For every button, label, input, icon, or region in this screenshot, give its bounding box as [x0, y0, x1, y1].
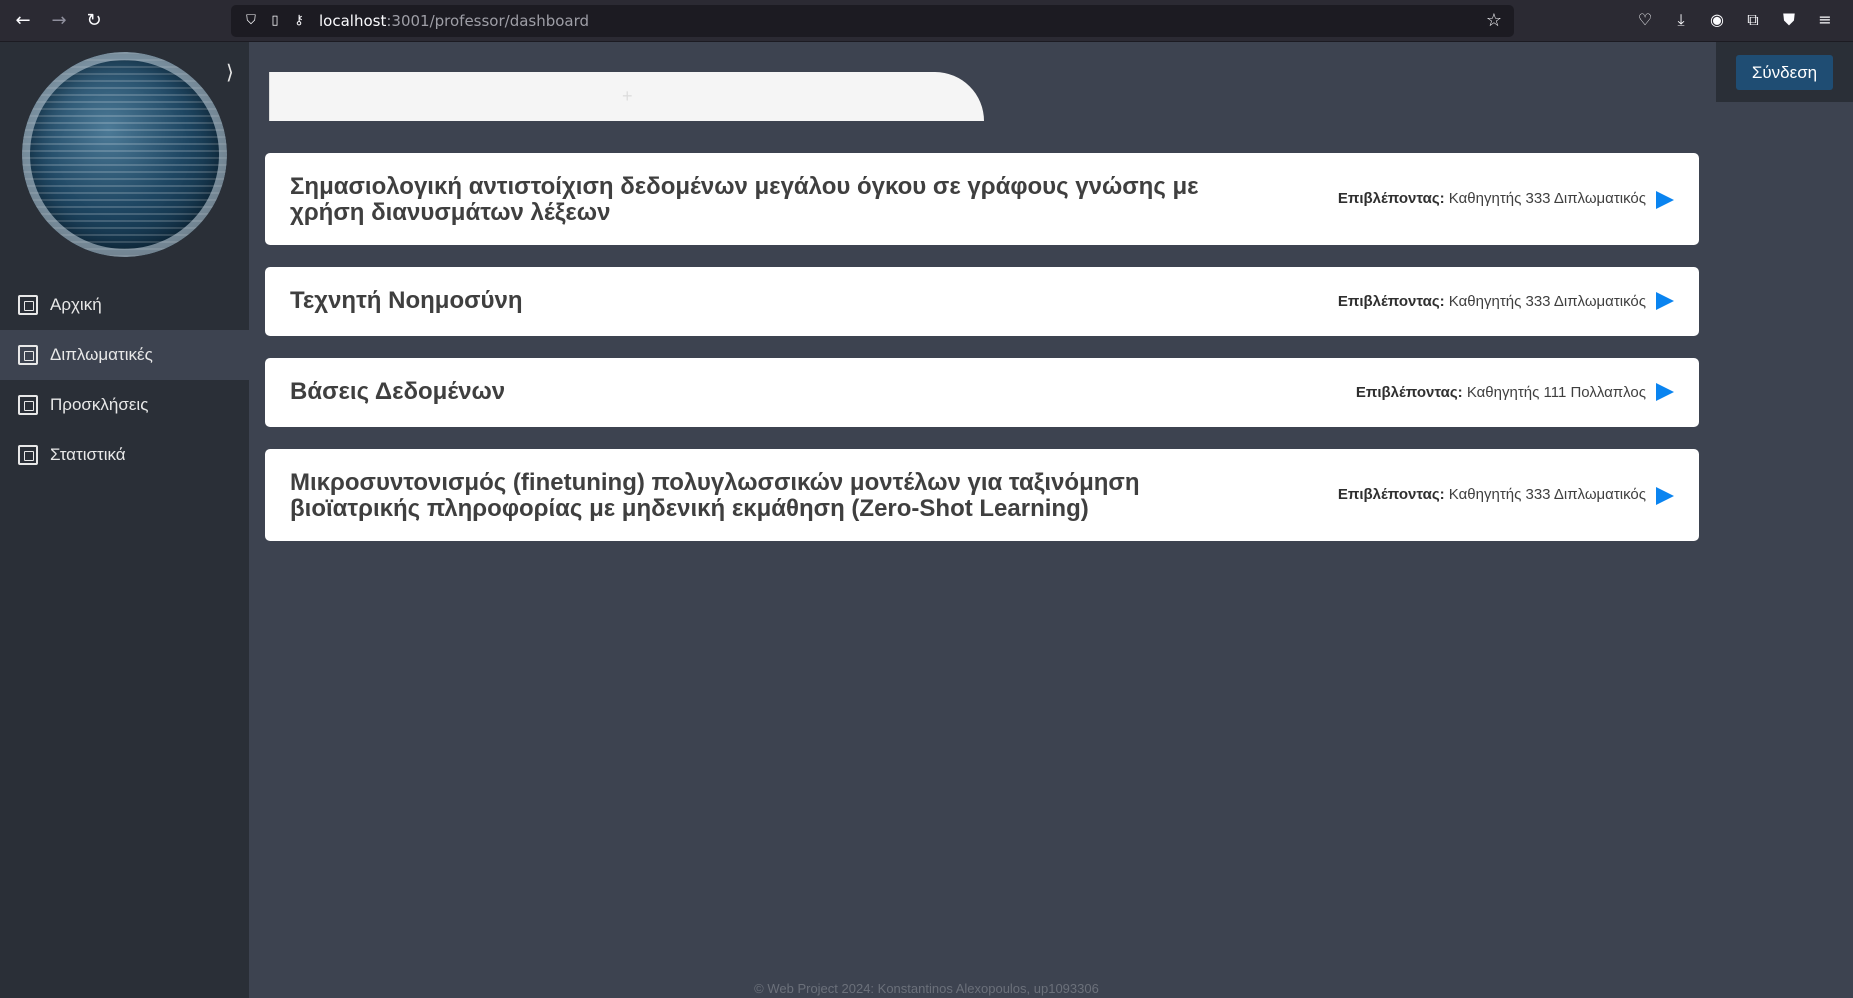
sidebar-item-label: Διπλωματικές — [50, 345, 153, 364]
thesis-supervisor: Επιβλέποντας: Καθηγητής 333 Διπλωματικός — [1337, 486, 1646, 503]
thesis-supervisor: Επιβλέποντας: Καθηγητής 111 Πολλαπλος — [1355, 384, 1646, 401]
extensions-icon[interactable]: ⧉ — [1735, 10, 1771, 30]
shield-icon[interactable]: ⛉ — [241, 13, 261, 28]
bookmark-star-icon[interactable]: ☆ — [1486, 10, 1502, 31]
thesis-title: Μικροσυντονισμός (finetuning) πολυγλωσσι… — [290, 469, 1140, 522]
sidebar-item-label: Προσκλήσεις — [50, 395, 149, 414]
play-icon[interactable] — [1656, 292, 1674, 310]
sidebar-item-statistics[interactable]: Στατιστικά — [0, 430, 249, 480]
play-icon[interactable] — [1656, 383, 1674, 401]
chart-icon — [18, 445, 38, 465]
browser-tools: ♡ ⤓ ◉ ⧉ ⛊ ≡ — [1627, 10, 1843, 30]
key-icon[interactable]: ⚷ — [289, 13, 309, 28]
url-text[interactable]: localhost:3001/professor/dashboard — [319, 12, 589, 30]
thesis-card[interactable]: Μικροσυντονισμός (finetuning) πολυγλωσσι… — [265, 449, 1699, 541]
thesis-title: Σημασιολογική αντιστοίχιση δεδομένων μεγ… — [290, 173, 1199, 226]
address-bar[interactable]: ⛉ ▯ ⚷ localhost:3001/professor/dashboard ☆ — [231, 5, 1514, 37]
thesis-title: Τεχνητή Νοημοσύνη — [290, 287, 523, 314]
pocket-icon[interactable]: ♡ — [1627, 10, 1663, 29]
logo-globe — [22, 52, 227, 257]
thesis-supervisor: Επιβλέποντας: Καθηγητής 333 Διπλωματικός — [1337, 190, 1646, 207]
graduation-cap-icon — [18, 345, 38, 365]
thesis-card[interactable]: Βάσεις Δεδομένων Επιβλέποντας: Καθηγητής… — [265, 358, 1699, 427]
sidebar-item-theses[interactable]: Διπλωματικές — [0, 330, 249, 380]
search-tab[interactable]: + — [269, 72, 984, 121]
footer-copyright: © Web Project 2024: Konstantinos Alexopo… — [754, 981, 1099, 996]
reload-icon[interactable]: ↻ — [83, 10, 105, 32]
page-icon: ▯ — [271, 13, 279, 28]
sidebar-item-label: Στατιστικά — [50, 445, 126, 464]
account-icon[interactable]: ◉ — [1699, 10, 1735, 29]
home-icon — [18, 295, 38, 315]
sidebar: ⟩ Αρχική Διπλωματικές Προσκλήσεις Στατισ… — [0, 42, 249, 998]
sidebar-collapse-button[interactable]: ⟩ — [226, 60, 234, 84]
login-panel: Σύνδεση — [1716, 42, 1853, 102]
thesis-supervisor: Επιβλέποντας: Καθηγητής 333 Διπλωματικός — [1337, 293, 1646, 310]
sidebar-menu: Αρχική Διπλωματικές Προσκλήσεις Στατιστι… — [0, 280, 249, 480]
invitation-icon — [18, 395, 38, 415]
play-icon[interactable] — [1656, 191, 1674, 209]
browser-toolbar: ← → ↻ ⛉ ▯ ⚷ localhost:3001/professor/dashb… — [0, 0, 1853, 42]
sidebar-item-label: Αρχική — [50, 295, 102, 314]
back-icon[interactable]: ← — [12, 10, 34, 32]
play-icon[interactable] — [1656, 487, 1674, 505]
thesis-card[interactable]: Τεχνητή Νοημοσύνη Επιβλέποντας: Καθηγητή… — [265, 267, 1699, 336]
download-icon[interactable]: ⤓ — [1663, 10, 1699, 30]
menu-icon[interactable]: ≡ — [1807, 10, 1843, 29]
sidebar-item-home[interactable]: Αρχική — [0, 280, 249, 330]
ublock-icon[interactable]: ⛊ — [1771, 10, 1807, 30]
thesis-card[interactable]: Σημασιολογική αντιστοίχιση δεδομένων μεγ… — [265, 153, 1699, 245]
forward-icon[interactable]: → — [48, 10, 70, 32]
plus-icon[interactable]: + — [622, 86, 633, 107]
thesis-title: Βάσεις Δεδομένων — [290, 378, 506, 405]
sidebar-item-invitations[interactable]: Προσκλήσεις — [0, 380, 249, 430]
login-button[interactable]: Σύνδεση — [1736, 55, 1833, 90]
